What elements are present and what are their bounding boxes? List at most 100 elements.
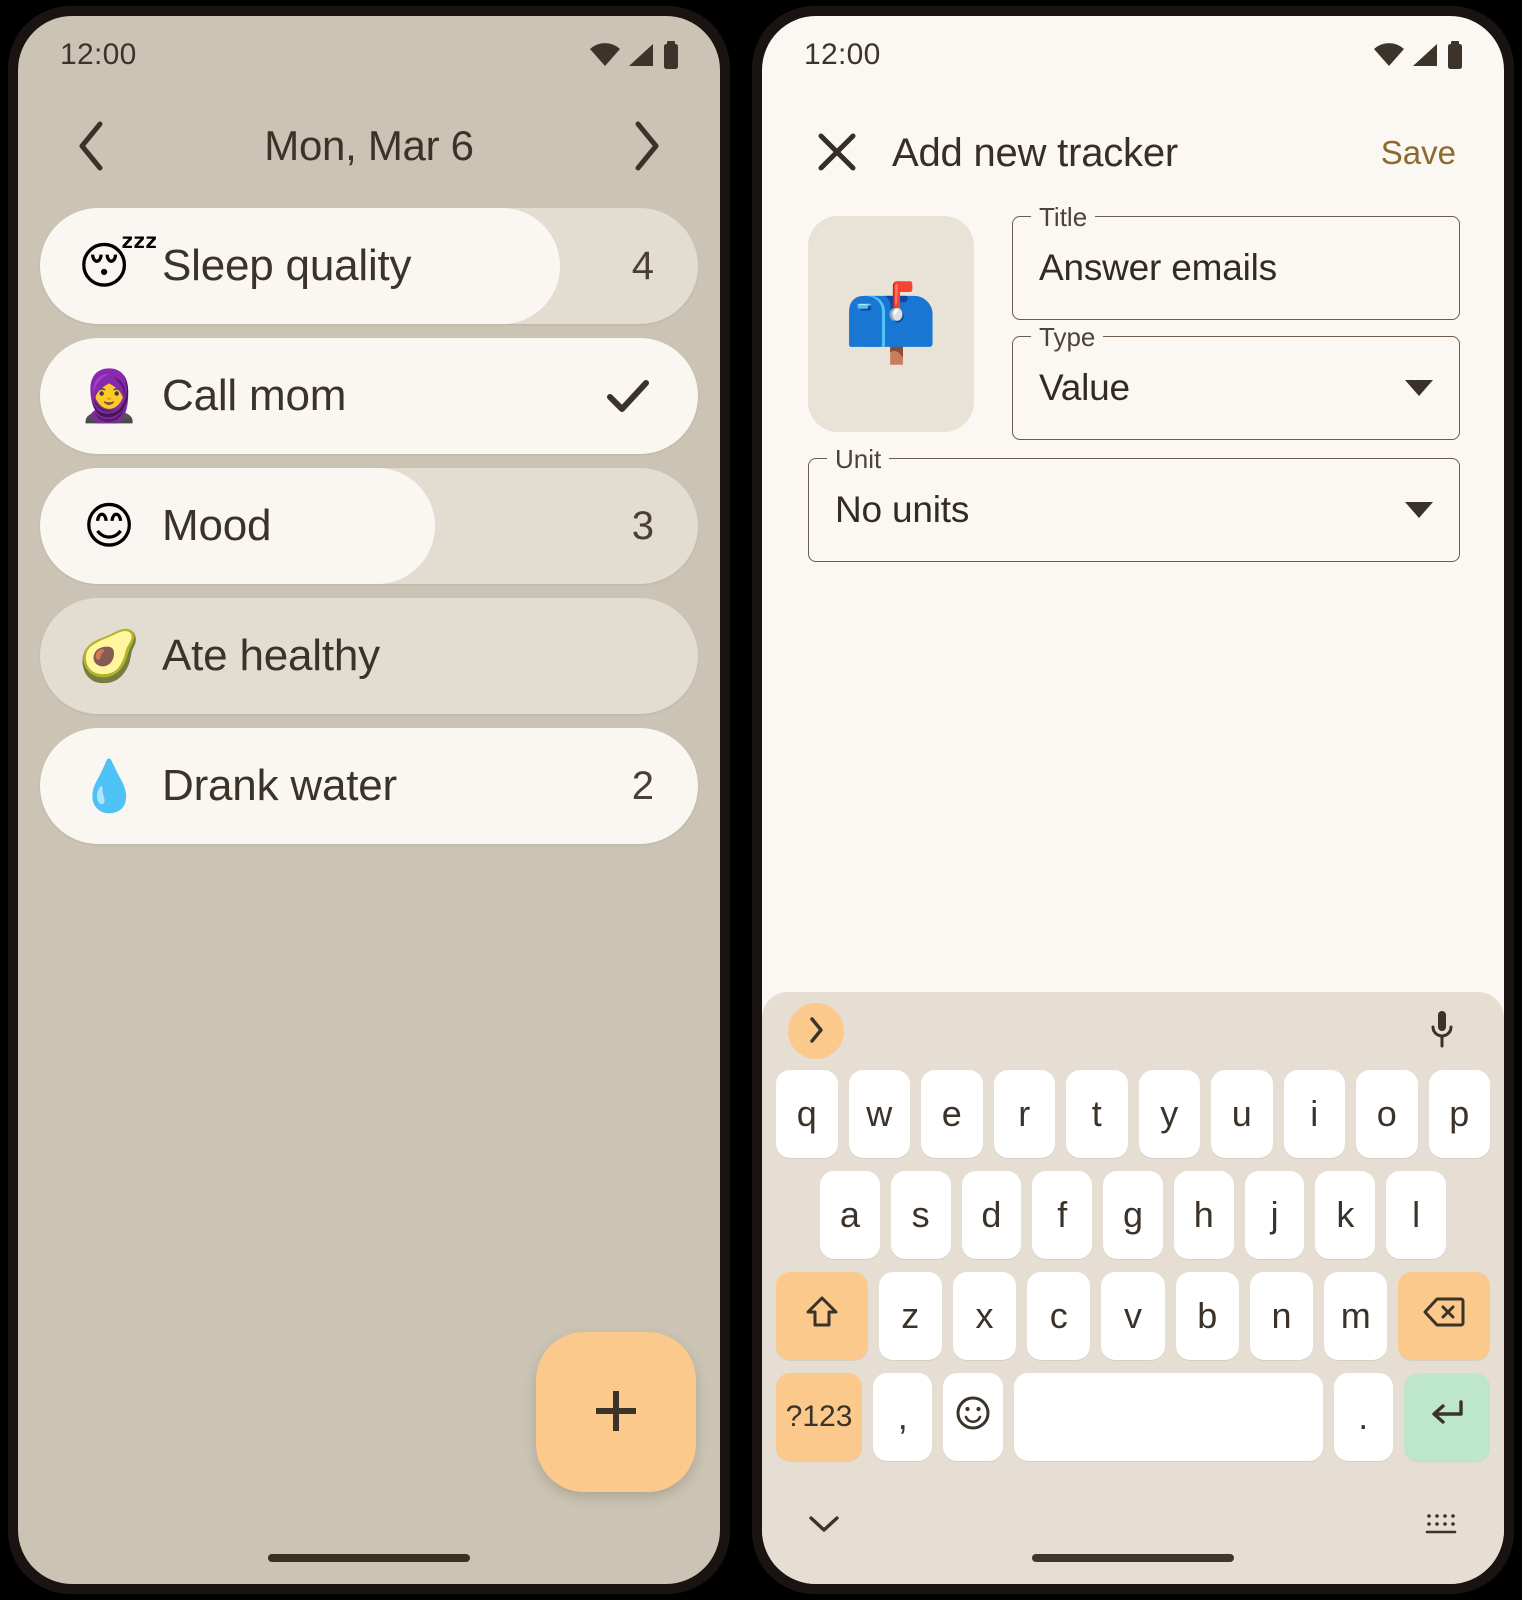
period-key[interactable]: . [1333,1373,1393,1461]
key-s[interactable]: s [890,1171,951,1259]
type-field[interactable]: Type Value [1012,323,1460,440]
home-screen: 12:00 Mon, Mar 6 😴 Sleep quality 4 🧕 Cal… [18,16,720,1584]
key-q[interactable]: q [776,1070,838,1158]
keyboard-switch-icon [1424,1510,1458,1543]
key-d[interactable]: d [961,1171,1022,1259]
symbols-key[interactable]: ?123 [776,1373,863,1461]
app-bar: Add new tracker Save [762,94,1504,182]
chevron-down-icon [1405,380,1433,396]
tracker-row-content: 💧 Drank water 2 [40,728,698,844]
key-y[interactable]: y [1138,1070,1200,1158]
current-date-label: Mon, Mar 6 [264,122,474,169]
hide-keyboard-button[interactable] [806,1512,842,1541]
check-icon [602,370,654,422]
key-t[interactable]: t [1066,1070,1128,1158]
emoji-key[interactable] [943,1373,1003,1461]
key-a[interactable]: a [819,1171,880,1259]
voice-input-button[interactable] [1414,1003,1470,1059]
switch-keyboard-button[interactable] [1424,1510,1458,1543]
status-time: 12:00 [60,38,137,71]
status-time: 12:00 [804,38,881,71]
type-field-value: Value [1039,367,1130,408]
battery-icon [1446,41,1464,69]
key-n[interactable]: n [1249,1272,1314,1360]
unit-field[interactable]: Unit No units [808,445,1460,562]
key-v[interactable]: v [1101,1272,1165,1360]
previous-day-button[interactable] [64,118,120,174]
backspace-key[interactable] [1398,1272,1491,1360]
close-button[interactable] [808,124,866,182]
tracker-row[interactable]: 🧕 Call mom [40,338,698,454]
tracker-title: Call mom [162,371,347,420]
key-k[interactable]: k [1315,1171,1376,1259]
cell-signal-icon [627,42,655,68]
chevron-left-icon [75,120,109,172]
unit-field-label: Unit [827,445,890,473]
right-phone-device: 12:00 Add new tracker Save 📫 Title Answe… [752,6,1514,1594]
tracker-value: 2 [631,763,654,808]
space-key[interactable] [1013,1373,1323,1461]
add-tracker-fab[interactable] [536,1332,696,1492]
tracker-row[interactable]: 😴 Sleep quality 4 [40,208,698,324]
key-g[interactable]: g [1103,1171,1163,1259]
home-gesture-bar[interactable] [1032,1554,1234,1562]
tracker-title: Drank water [162,761,397,810]
tracker-row-content: 🧕 Call mom [40,338,698,454]
shift-key[interactable] [776,1272,868,1360]
key-f[interactable]: f [1032,1171,1093,1259]
microphone-icon [1427,1008,1457,1055]
mailbox-emoji: 📫 [843,281,939,366]
title-field[interactable]: Title Answer emails [1012,203,1460,320]
emoji-icon [954,1394,992,1441]
cell-signal-icon [1411,42,1439,68]
key-b[interactable]: b [1175,1272,1239,1360]
home-gesture-bar[interactable] [268,1554,470,1562]
tracker-row[interactable]: 😊 Mood 3 [40,468,698,584]
key-e[interactable]: e [921,1070,983,1158]
keyboard-row-3: zxcvbnm [770,1272,1496,1360]
tracker-row[interactable]: 💧 Drank water 2 [40,728,698,844]
avocado-emoji: 🥑 [78,628,141,684]
close-icon [815,130,859,177]
status-bar-left: 12:00 [18,16,720,94]
key-p[interactable]: p [1428,1070,1490,1158]
enter-icon [1427,1396,1467,1438]
enter-key[interactable] [1403,1373,1490,1461]
on-screen-keyboard: qwertyuiop asdfghjkl zxcvbnm ?123 , . [762,992,1504,1584]
form-top-row: 📫 Title Answer emails Type Value [808,203,1460,440]
key-z[interactable]: z [878,1272,942,1360]
primary-fields: Title Answer emails Type Value [1012,203,1460,440]
tracker-row[interactable]: 🥑 Ate healthy [40,598,698,714]
unit-field-wrapper: Unit No units [808,445,1460,562]
key-w[interactable]: w [848,1070,910,1158]
unit-field-value: No units [835,489,970,530]
tracker-row-content: 🥑 Ate healthy [40,598,698,714]
key-i[interactable]: i [1283,1070,1345,1158]
add-tracker-screen: 12:00 Add new tracker Save 📫 Title Answe… [762,16,1504,1584]
tracker-list: 😴 Sleep quality 4 🧕 Call mom 😊 Mood 3 🥑 Ate healt… [18,174,720,844]
emoji-picker-button[interactable]: 📫 [808,216,974,432]
page-title: Add new tracker [892,130,1179,175]
plus-icon [587,1382,645,1443]
chevron-down-icon [1405,502,1433,518]
next-day-button[interactable] [618,118,674,174]
key-c[interactable]: c [1027,1272,1091,1360]
tracker-row-content: 😊 Mood 3 [40,468,698,584]
battery-icon [662,41,680,69]
key-o[interactable]: o [1356,1070,1418,1158]
key-m[interactable]: m [1324,1272,1388,1360]
title-field-label: Title [1031,203,1096,231]
comma-key[interactable]: , [873,1373,933,1461]
save-button[interactable]: Save [1377,126,1460,180]
key-u[interactable]: u [1211,1070,1273,1158]
key-r[interactable]: r [993,1070,1055,1158]
key-x[interactable]: x [952,1272,1017,1360]
key-h[interactable]: h [1173,1171,1234,1259]
chevron-right-icon [629,120,663,172]
keyboard-expand-button[interactable] [788,1003,844,1059]
tracker-value: 3 [631,503,654,548]
tracker-form: 📫 Title Answer emails Type Value Unit No… [762,182,1504,562]
key-l[interactable]: l [1386,1171,1447,1259]
wifi-icon [1374,42,1404,68]
key-j[interactable]: j [1244,1171,1305,1259]
